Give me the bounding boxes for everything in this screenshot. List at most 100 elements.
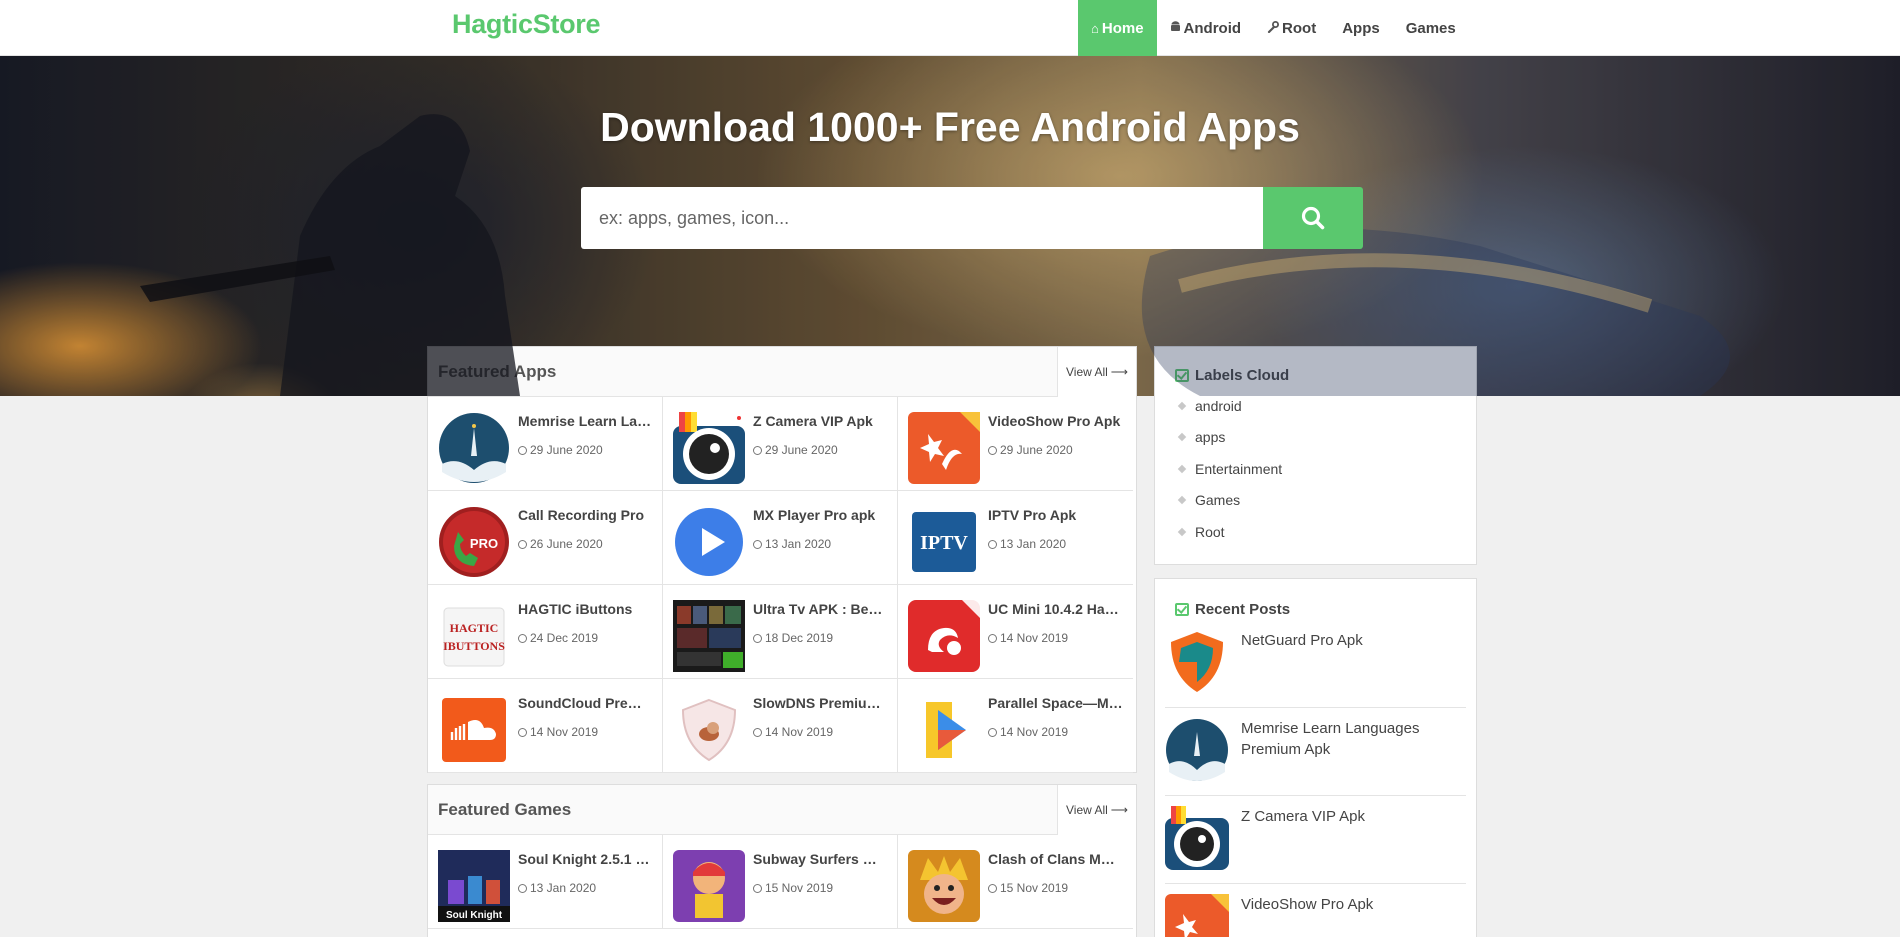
- game-date-text: 15 Nov 2019: [1000, 881, 1069, 895]
- label-text: Games: [1195, 492, 1241, 509]
- clock-icon: [753, 728, 762, 737]
- label-link[interactable]: Root: [1175, 516, 1476, 548]
- label-link[interactable]: Entertainment: [1175, 453, 1476, 485]
- app-date-text: 29 June 2020: [530, 443, 603, 457]
- recent-post-item[interactable]: NetGuard Pro Apk: [1165, 620, 1466, 708]
- nav-apps[interactable]: Apps: [1329, 0, 1393, 56]
- featured-games-grid: Soul Knight Soul Knight 2.5.1 M... 13 Ja…: [428, 835, 1136, 929]
- recent-posts-list: NetGuard Pro Apk Memrise Learn Languages…: [1165, 620, 1466, 937]
- recent-post-item[interactable]: VideoShow Pro Apk: [1165, 884, 1466, 937]
- home-icon: ⌂: [1091, 20, 1099, 36]
- app-name: Z Camera VIP Apk: [753, 413, 873, 429]
- app-card[interactable]: MX Player Pro apk 13 Jan 2020: [663, 491, 898, 585]
- clock-icon: [518, 728, 527, 737]
- soul-knight-icon: Soul Knight: [438, 850, 510, 922]
- clock-icon: [518, 540, 527, 549]
- app-card[interactable]: IPTV IPTV Pro Apk 13 Jan 2020: [898, 491, 1133, 585]
- diamond-bullet-icon: [1177, 433, 1187, 442]
- uc-mini-icon: [908, 600, 980, 672]
- clock-icon: [988, 634, 997, 643]
- app-card[interactable]: SoundCloud Premiu... 14 Nov 2019: [428, 679, 663, 773]
- app-card[interactable]: VideoShow Pro Apk 29 June 2020: [898, 397, 1133, 491]
- diamond-bullet-icon: [1177, 527, 1187, 536]
- app-card[interactable]: Z Camera VIP Apk 29 June 2020: [663, 397, 898, 491]
- parallel-space-icon: [908, 694, 980, 766]
- hero-banner: Download 1000+ Free Android Apps: [0, 56, 1900, 396]
- nav-apps-label: Apps: [1342, 19, 1380, 37]
- iptv-icon: IPTV: [908, 506, 980, 578]
- app-card[interactable]: HAGTIC IBUTTONS HAGTIC iButtons 24 Dec 20…: [428, 585, 663, 679]
- clash-of-clans-icon: [908, 850, 980, 922]
- app-card[interactable]: Memrise Learn Lang... 29 June 2020: [428, 397, 663, 491]
- recent-post-title: Memrise Learn Languages Premium Apk: [1241, 720, 1420, 758]
- label-link[interactable]: apps: [1175, 422, 1476, 454]
- game-date-text: 15 Nov 2019: [765, 881, 834, 895]
- game-name: Soul Knight 2.5.1 M...: [518, 851, 653, 867]
- game-name: Clash of Clans Mod ...: [988, 851, 1123, 867]
- label-link[interactable]: Games: [1175, 485, 1476, 517]
- game-date-text: 13 Jan 2020: [530, 881, 597, 895]
- check-square-icon: [1175, 603, 1189, 616]
- game-name: Subway Surfers Mod...: [753, 851, 888, 867]
- site-logo[interactable]: HagticStore: [452, 9, 601, 40]
- svg-text:PRO: PRO: [470, 536, 498, 551]
- top-navbar: HagticStore ⌂ Home Android Root Apps Gam…: [0, 0, 1900, 56]
- videoshow-icon: [1165, 894, 1229, 937]
- clock-icon: [518, 634, 527, 643]
- label-text: Entertainment: [1195, 460, 1283, 477]
- app-name: VideoShow Pro Apk: [988, 413, 1121, 429]
- app-date: 13 Jan 2020: [988, 537, 1066, 551]
- app-date: 13 Jan 2020: [753, 537, 831, 551]
- featured-games-view-all[interactable]: View All ⟶: [1056, 784, 1136, 835]
- soundcloud-icon: [438, 694, 510, 766]
- app-name: Call Recording Pro: [518, 507, 645, 523]
- nav-root[interactable]: Root: [1254, 0, 1329, 56]
- search-button[interactable]: [1263, 187, 1363, 249]
- app-date: 29 June 2020: [753, 443, 838, 457]
- app-date-text: 13 Jan 2020: [1000, 537, 1067, 551]
- svg-text:IPTV: IPTV: [920, 532, 968, 554]
- clock-icon: [518, 884, 527, 893]
- recent-posts-title: Recent Posts: [1195, 601, 1291, 618]
- recent-post-title: Z Camera VIP Apk: [1241, 808, 1365, 825]
- nav-games-label: Games: [1405, 19, 1456, 37]
- app-date: 14 Nov 2019: [988, 631, 1068, 645]
- clock-icon: [753, 446, 762, 455]
- recent-post-item[interactable]: Memrise Learn Languages Premium Apk: [1165, 708, 1466, 796]
- hero-title: Download 1000+ Free Android Apps: [600, 104, 1300, 150]
- clock-icon: [518, 446, 527, 455]
- app-card[interactable]: SlowDNS Premium E... 14 Nov 2019: [663, 679, 898, 773]
- label-text: android: [1195, 397, 1242, 414]
- android-icon: [1170, 20, 1181, 36]
- svg-text:Soul Knight: Soul Knight: [446, 910, 503, 921]
- search-input[interactable]: [581, 187, 1263, 249]
- app-card[interactable]: Parallel Space—Mul... 14 Nov 2019: [898, 679, 1133, 773]
- app-card[interactable]: Ultra Tv APK : Best F... 18 Dec 2019: [663, 585, 898, 679]
- app-date: 29 June 2020: [988, 443, 1073, 457]
- view-all-label: View All: [1065, 802, 1108, 817]
- svg-text:HAGTIC: HAGTIC: [450, 621, 499, 635]
- app-card[interactable]: PRO Call Recording Pro 26 June 2020: [428, 491, 663, 585]
- diamond-bullet-icon: [1177, 401, 1187, 410]
- nav-games[interactable]: Games: [1393, 0, 1469, 56]
- nav-android[interactable]: Android: [1157, 0, 1255, 56]
- recent-post-item[interactable]: Z Camera VIP Apk: [1165, 796, 1466, 884]
- app-card[interactable]: UC Mini 10.4.2 Hand... 14 Nov 2019: [898, 585, 1133, 679]
- label-text: Root: [1195, 523, 1225, 540]
- app-name: Ultra Tv APK : Best F...: [753, 601, 888, 617]
- nav-home-label: Home: [1101, 19, 1144, 37]
- game-card[interactable]: Soul Knight Soul Knight 2.5.1 M... 13 Ja…: [428, 835, 663, 929]
- app-date-text: 18 Dec 2019: [765, 631, 834, 645]
- ultra-tv-icon: [673, 600, 745, 672]
- arrow-right-icon: ⟶: [1110, 802, 1128, 817]
- game-date: 15 Nov 2019: [988, 881, 1068, 895]
- nav-home[interactable]: ⌂ Home: [1078, 0, 1157, 56]
- game-date: 15 Nov 2019: [753, 881, 833, 895]
- game-card[interactable]: Clash of Clans Mod ... 15 Nov 2019: [898, 835, 1133, 929]
- game-card[interactable]: Subway Surfers Mod... 15 Nov 2019: [663, 835, 898, 929]
- labels-list: android apps Entertainment Games Root: [1175, 390, 1476, 548]
- game-date: 13 Jan 2020: [518, 881, 596, 895]
- nav-android-label: Android: [1183, 19, 1242, 37]
- memrise-icon: [438, 412, 510, 484]
- clock-icon: [753, 884, 762, 893]
